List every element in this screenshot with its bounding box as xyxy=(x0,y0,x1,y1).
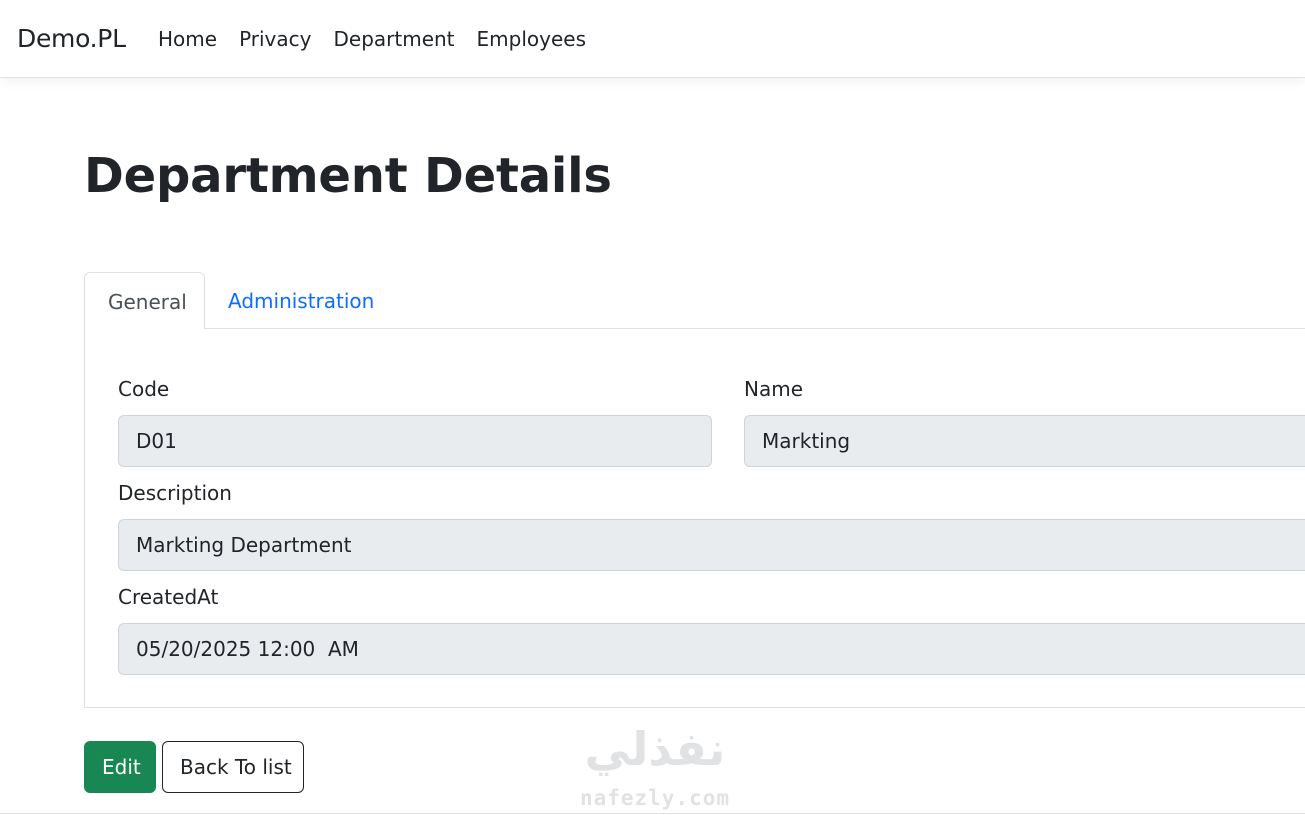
back-to-list-button[interactable]: Back To list xyxy=(162,741,304,793)
page-title: Department Details xyxy=(84,148,612,204)
code-label: Code xyxy=(118,377,170,401)
description-label: Description xyxy=(118,481,232,505)
top-navbar: Demo.PL Home Privacy Department Employee… xyxy=(0,0,1305,78)
name-label: Name xyxy=(744,377,804,401)
nav-link-department[interactable]: Department xyxy=(333,27,454,51)
edit-button[interactable]: Edit xyxy=(84,741,156,793)
name-field[interactable]: Markting xyxy=(744,415,1305,467)
description-field[interactable]: Markting Department xyxy=(118,519,1305,571)
brand-link[interactable]: Demo.PL xyxy=(17,24,126,53)
code-field[interactable]: D01 xyxy=(118,415,712,467)
bottom-divider xyxy=(0,813,1305,814)
created-at-label: CreatedAt xyxy=(118,585,219,609)
tab-bar: General Administration xyxy=(84,272,1305,330)
watermark-logo: نفذلي nafezly.com xyxy=(560,722,750,814)
tab-administration[interactable]: Administration xyxy=(205,272,397,330)
tab-panel-general: Code D01 Name Markting Description Markt… xyxy=(84,329,1305,708)
nav-links: Home Privacy Department Employees xyxy=(158,27,586,51)
nav-link-privacy[interactable]: Privacy xyxy=(239,27,311,51)
created-at-field[interactable]: 05/20/2025 12:00 AM xyxy=(118,623,1305,675)
watermark-arabic-text: نفذلي xyxy=(584,722,726,776)
nav-link-employees[interactable]: Employees xyxy=(477,27,586,51)
tab-general[interactable]: General xyxy=(84,272,205,330)
watermark-latin-text: nafezly.com xyxy=(579,786,731,810)
nav-link-home[interactable]: Home xyxy=(158,27,217,51)
